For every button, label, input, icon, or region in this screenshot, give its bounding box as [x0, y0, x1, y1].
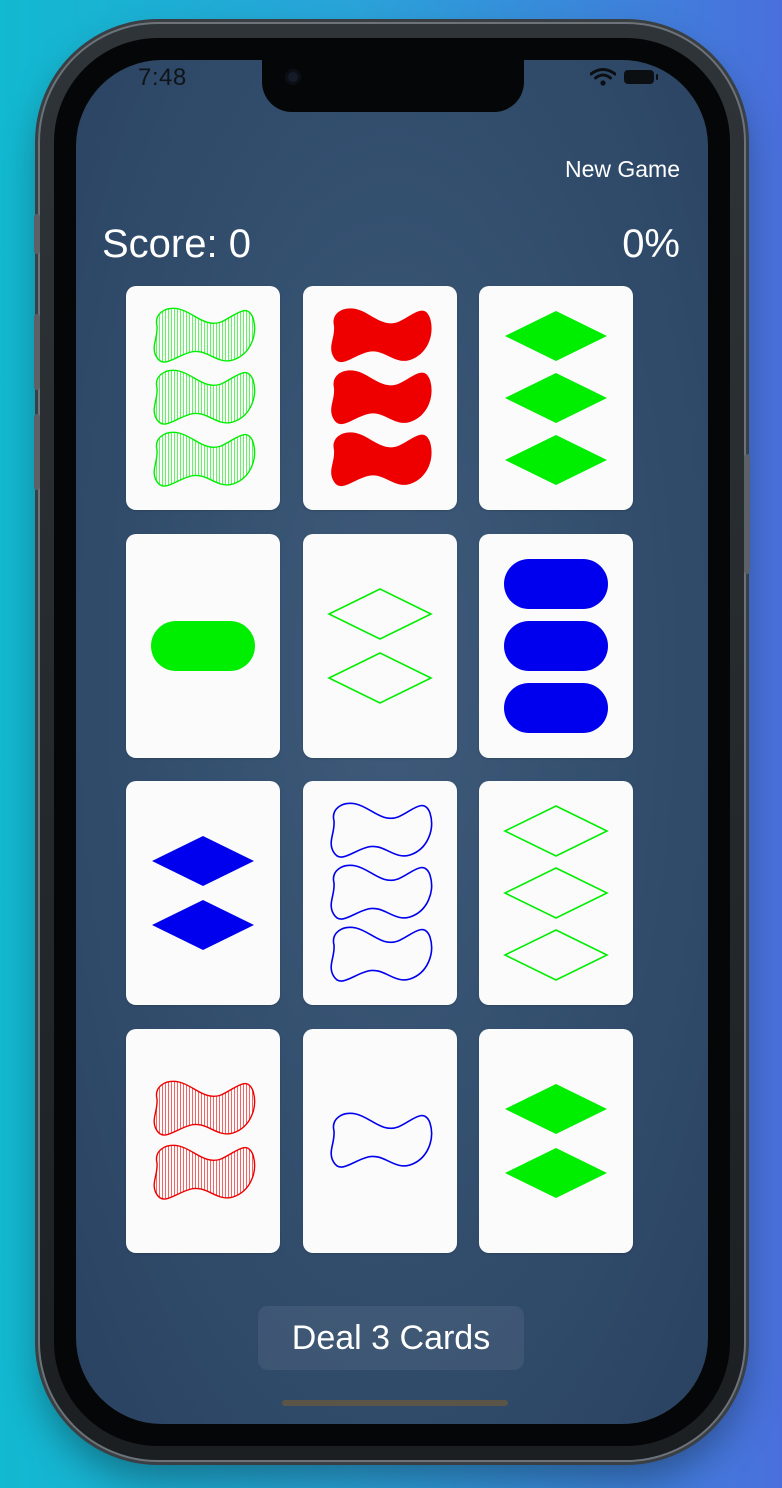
squiggle-symbol: [331, 308, 432, 363]
volume-up-button: [34, 314, 40, 390]
progress-percent: 0%: [622, 222, 680, 266]
camera-icon: [285, 69, 301, 85]
power-button: [744, 454, 750, 574]
set-card[interactable]: [126, 1029, 280, 1253]
diamond-symbol: [152, 900, 254, 950]
card-symbols: [153, 307, 256, 487]
squiggle-symbol: [153, 1080, 256, 1136]
home-indicator: [282, 1400, 508, 1406]
squiggle-symbol: [331, 432, 432, 487]
score-label: Score: 0: [102, 222, 251, 266]
set-card[interactable]: [303, 286, 457, 510]
diamond-symbol: [505, 1084, 607, 1134]
squiggle-symbol: [330, 802, 433, 858]
set-card[interactable]: [479, 1029, 633, 1253]
new-game-button[interactable]: New Game: [565, 156, 680, 183]
squiggle-symbol: [153, 369, 256, 425]
set-card[interactable]: [479, 534, 633, 758]
app-screen: 7:48 New Game Score: 0 0% Deal 3 Cards: [76, 60, 708, 1424]
card-symbols: [152, 836, 254, 950]
set-card[interactable]: [303, 1029, 457, 1253]
oval-symbol: [151, 621, 255, 671]
set-card[interactable]: [303, 534, 457, 758]
card-symbols: [505, 1084, 607, 1198]
diamond-symbol: [505, 435, 607, 485]
battery-icon: [624, 70, 658, 84]
squiggle-symbol: [330, 864, 433, 920]
squiggle-symbol: [330, 1112, 433, 1168]
oval-symbol: [504, 683, 608, 733]
set-card[interactable]: [479, 286, 633, 510]
diamond-symbol: [505, 311, 607, 361]
oval-symbol: [504, 559, 608, 609]
card-symbols: [327, 588, 433, 704]
diamond-symbol: [503, 929, 609, 981]
silent-switch: [34, 214, 40, 254]
card-symbols: [330, 802, 433, 982]
diamond-symbol: [327, 588, 433, 640]
status-icons: [590, 68, 658, 86]
card-symbols: [153, 1080, 256, 1200]
set-card[interactable]: [303, 781, 457, 1005]
oval-symbol: [504, 621, 608, 671]
set-card[interactable]: [126, 781, 280, 1005]
diamond-symbol: [505, 373, 607, 423]
set-card[interactable]: [479, 781, 633, 1005]
squiggle-symbol: [153, 1144, 256, 1200]
diamond-symbol: [505, 1148, 607, 1198]
card-symbols: [505, 311, 607, 485]
diamond-symbol: [152, 836, 254, 886]
phone-frame: 7:48 New Game Score: 0 0% Deal 3 Cards: [34, 24, 750, 1460]
deal-3-cards-button[interactable]: Deal 3 Cards: [258, 1306, 524, 1370]
diamond-symbol: [503, 867, 609, 919]
volume-down-button: [34, 414, 40, 490]
diamond-symbol: [327, 652, 433, 704]
squiggle-symbol: [153, 307, 256, 363]
squiggle-symbol: [331, 370, 432, 425]
card-symbols: [331, 308, 432, 487]
notch: [262, 60, 524, 112]
set-card[interactable]: [126, 534, 280, 758]
wifi-icon: [590, 68, 616, 86]
squiggle-symbol: [330, 926, 433, 982]
card-symbols: [504, 559, 608, 733]
card-symbols: [330, 1112, 433, 1168]
diamond-symbol: [503, 805, 609, 857]
card-symbols: [151, 621, 255, 671]
card-symbols: [503, 805, 609, 981]
set-card[interactable]: [126, 286, 280, 510]
squiggle-symbol: [153, 431, 256, 487]
status-time: 7:48: [138, 64, 187, 91]
